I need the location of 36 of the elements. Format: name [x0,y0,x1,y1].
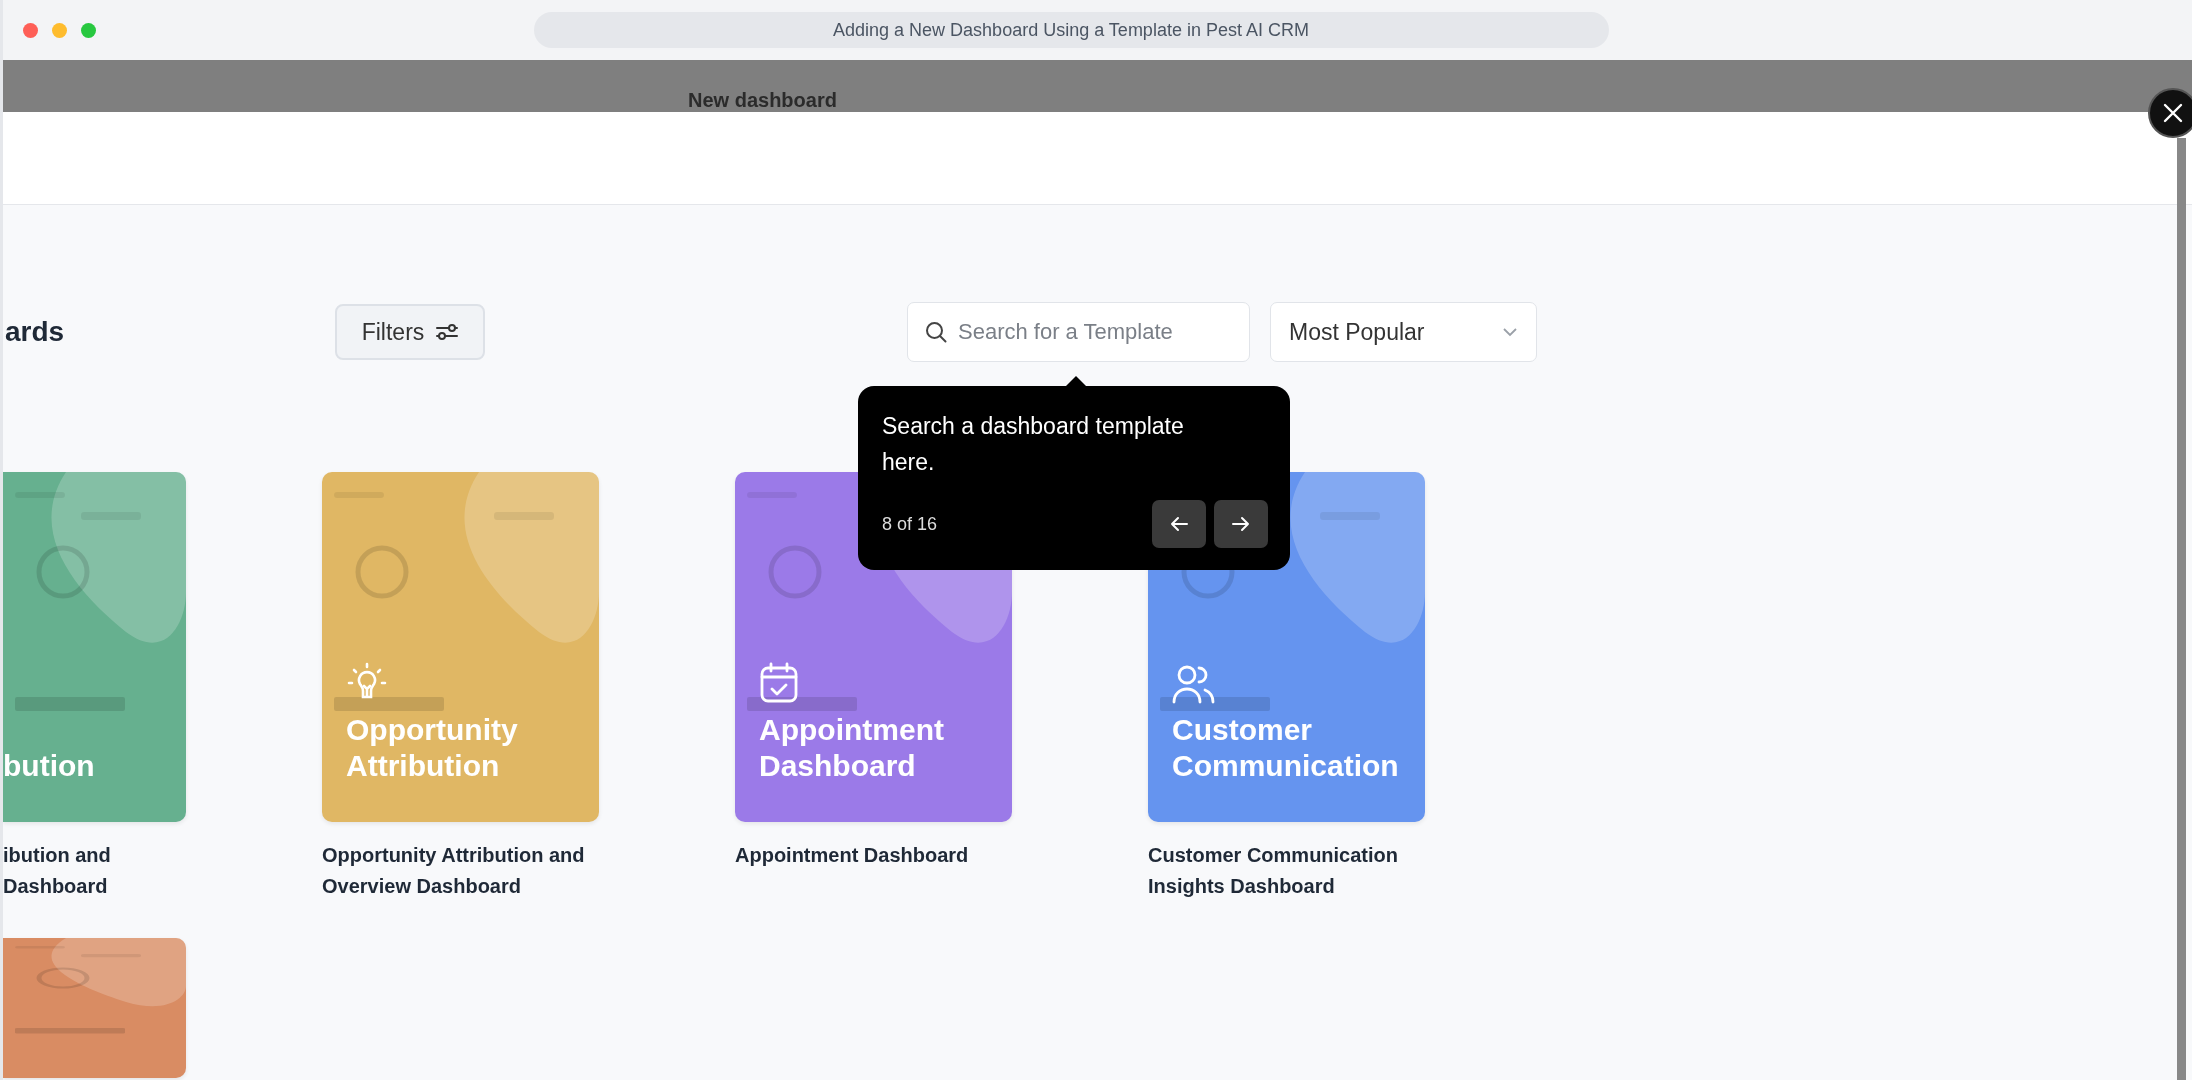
template-caption: Customer Communication Insights Dashboard [1148,843,1400,899]
ring-chart-drawing [355,545,409,599]
ring-chart-drawing [37,966,89,990]
page-heading: ards [4,315,66,349]
arrow-left-icon [1169,516,1189,532]
people-icon [1172,664,1216,704]
card-title: Customer Communication [1172,712,1400,784]
close-window-dot[interactable] [23,22,38,38]
calendar-check-icon [759,662,799,704]
template-caption: Appointment Dashboard [735,843,970,868]
ring-chart-drawing [36,545,90,599]
chevron-down-icon [1502,327,1518,337]
minimize-window-dot[interactable] [52,22,67,38]
card-title: bution [3,748,96,784]
template-card[interactable] [3,938,186,1078]
zoom-window-dot[interactable] [81,22,96,38]
previous-button[interactable] [1152,500,1206,548]
search-field[interactable]: Search for a Template [907,302,1250,362]
close-icon [2161,101,2185,125]
card-title: Appointment Dashboard [759,712,945,784]
step-counter: 8 of 16 [882,512,938,536]
placeholder-bar [15,492,65,498]
next-button[interactable] [1214,500,1268,548]
window-title: Adding a New Dashboard Using a Template in Pest AI CRM [533,12,1609,48]
template-caption: Opportunity Attribution and Overview Dashboard [322,843,586,899]
modal-title: New dashboard [688,88,837,112]
ring-chart-drawing [768,545,822,599]
template-card[interactable]: Opportunity Attribution [322,472,599,822]
sliders-icon [436,323,459,341]
sort-dropdown[interactable]: Most Popular [1270,302,1537,362]
scrollbar[interactable] [2177,138,2186,1080]
template-card[interactable]: bution [3,472,186,822]
arrow-right-icon [1231,516,1251,532]
template-caption: ibution and Dashboard [3,843,112,899]
card-title: Opportunity Attribution [346,712,519,784]
filters-button[interactable]: Filters [335,304,485,360]
